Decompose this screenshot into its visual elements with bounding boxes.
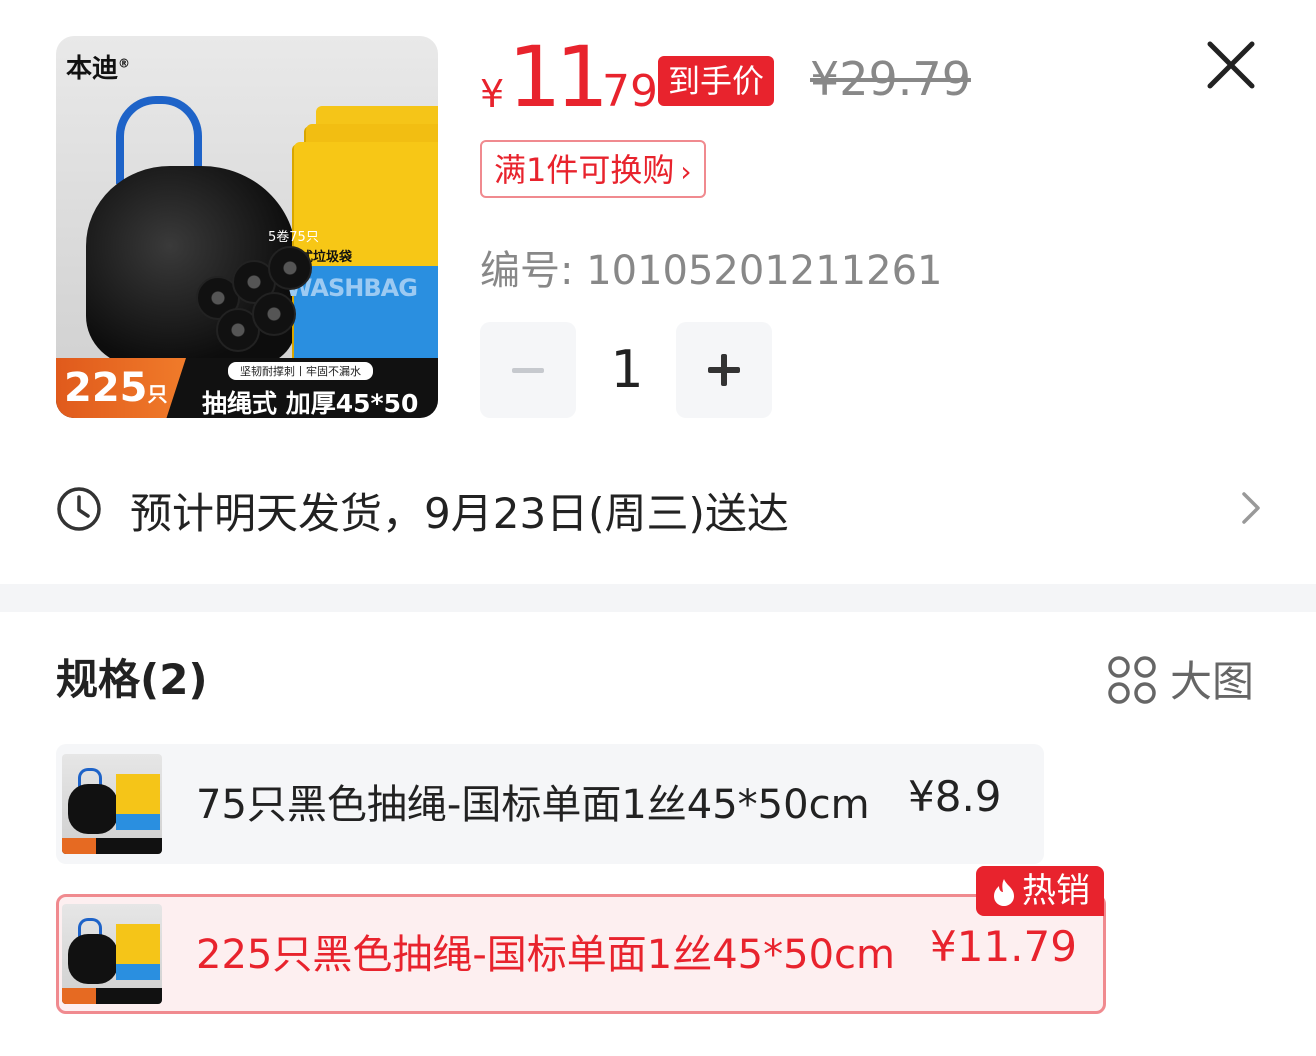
- price-currency: ¥: [480, 72, 505, 116]
- spec-title: 规格(2): [56, 655, 208, 704]
- spec-option[interactable]: 75只黑色抽绳-国标单面1丝45*50cm ¥8.9: [56, 744, 1044, 864]
- spec-option-selected[interactable]: 225只黑色抽绳-国标单面1丝45*50cm ¥11.79: [56, 894, 1106, 1014]
- chevron-right-icon: ›: [680, 155, 692, 188]
- chevron-right-icon: [1242, 492, 1260, 524]
- hot-sale-badge: 热销: [976, 866, 1104, 916]
- quantity-increase-button[interactable]: [676, 322, 772, 418]
- option-thumbnail: [62, 904, 162, 1004]
- net-price-badge: 到手价: [658, 56, 775, 106]
- flame-icon: [994, 879, 1014, 906]
- thumb-count: 225只: [56, 358, 186, 418]
- delivery-row[interactable]: 预计明天发货，9月23日(周三)送达: [0, 460, 1316, 560]
- brand-logo: 本迪®: [66, 54, 131, 84]
- close-icon: [1207, 41, 1255, 89]
- option-label: 225只黑色抽绳-国标单面1丝45*50cm: [196, 932, 895, 978]
- section-divider: [0, 584, 1316, 612]
- grid-icon: [1108, 656, 1156, 704]
- hot-sale-label: 热销: [1022, 871, 1090, 911]
- original-price: ¥29.79: [810, 52, 971, 106]
- rolls-graphic: [196, 246, 316, 356]
- close-button[interactable]: [1200, 36, 1260, 96]
- thumb-desc: 抽绳式 加厚45*50: [202, 389, 419, 418]
- quantity-value[interactable]: 1: [580, 340, 674, 400]
- price-decimal: .79: [588, 66, 658, 117]
- exchange-tag-label: 满1件可换购: [494, 151, 675, 189]
- box-count-text: 5卷75只: [268, 230, 319, 245]
- option-price: ¥11.79: [930, 922, 1077, 971]
- product-image[interactable]: 本迪® 5卷75只 抽绳式垃圾袋 WASHBAG 225只 坚韧耐撑刺丨牢固不漏…: [56, 36, 438, 418]
- thumb-pill: 坚韧耐撑刺丨牢固不漏水: [228, 362, 373, 380]
- option-thumbnail: [62, 754, 162, 854]
- option-label: 75只黑色抽绳-国标单面1丝45*50cm: [196, 782, 870, 828]
- quantity-decrease-button[interactable]: [480, 322, 576, 418]
- option-price: ¥8.9: [908, 772, 1002, 821]
- bigview-label: 大图: [1170, 657, 1255, 706]
- sku-code: 编号: 10105201211261: [480, 248, 943, 294]
- delivery-text: 预计明天发货，9月23日(周三)送达: [130, 489, 789, 538]
- exchange-tag[interactable]: 满1件可换购 ›: [480, 140, 706, 198]
- clock-icon: [57, 487, 101, 531]
